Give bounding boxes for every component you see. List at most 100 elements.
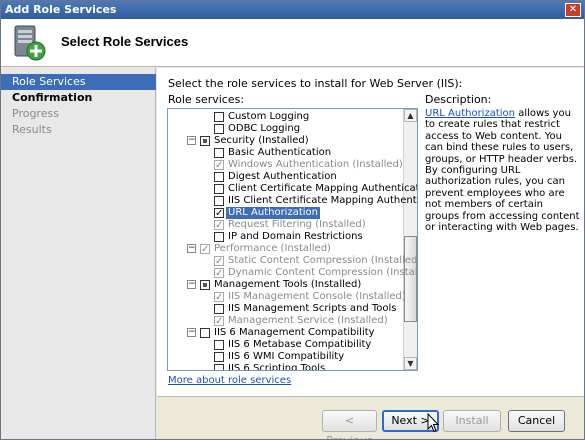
role-service-label: IP and Domain Restrictions	[228, 231, 363, 242]
role-service-label: Performance (Installed)	[214, 243, 331, 254]
tree-row[interactable]: IIS Management Scripts and Tools	[168, 303, 402, 315]
role-service-checkbox[interactable]	[214, 232, 224, 242]
role-service-checkbox[interactable]	[214, 148, 224, 158]
scroll-thumb[interactable]	[404, 236, 417, 322]
tree-row[interactable]: ✓ IIS Management Console (Installed)	[168, 291, 406, 303]
role-service-checkbox[interactable]	[214, 124, 224, 134]
description-link[interactable]: URL Authorization	[425, 108, 515, 119]
role-service-checkbox: ✓	[200, 244, 210, 255]
scroll-down-icon[interactable]: ▼	[404, 357, 417, 370]
tree-row[interactable]: ✓ Management Service (Installed)	[168, 315, 402, 327]
role-service-checkbox[interactable]	[214, 340, 224, 350]
tree-row[interactable]: Basic Authentication	[168, 147, 402, 159]
role-service-checkbox[interactable]	[214, 112, 224, 122]
wizard-footer: < Previous Next > Install Cancel	[157, 396, 584, 439]
role-service-label: IIS 6 Metabase Compatibility	[228, 339, 372, 350]
role-service-label: IIS Management Scripts and Tools	[228, 303, 397, 314]
tree-row[interactable]: IIS Client Certificate Mapping Authentic…	[168, 195, 417, 207]
role-service-checkbox[interactable]	[214, 184, 224, 194]
role-service-checkbox: ✓	[214, 316, 224, 327]
role-service-label: Basic Authentication	[228, 147, 332, 158]
role-service-checkbox: ✓	[214, 256, 224, 267]
role-service-label: Client Certificate Mapping Authenticatio…	[228, 183, 418, 194]
tree-row[interactable]: Digest Authentication	[168, 171, 402, 183]
role-service-checkbox: ✓	[214, 292, 224, 303]
nav-item-results: Results	[12, 123, 52, 136]
tree-row[interactable]: − Security (Installed)	[168, 135, 402, 147]
role-service-checkbox[interactable]	[200, 136, 210, 146]
role-service-checkbox: ✓	[214, 160, 224, 171]
role-service-checkbox: ✓	[214, 268, 224, 279]
role-service-label: Management Service (Installed)	[228, 315, 388, 326]
tree-row[interactable]: − Management Tools (Installed)	[168, 279, 402, 291]
description-text: URL Authorization allows you to create r…	[425, 108, 580, 233]
tree-row[interactable]: − ✓ Performance (Installed)	[168, 243, 402, 255]
instruction-text: Select the role services to install for …	[168, 77, 463, 90]
collapse-icon[interactable]: −	[187, 328, 196, 337]
tree-row[interactable]: IIS 6 Scripting Tools	[168, 363, 402, 371]
role-service-label: Security (Installed)	[214, 135, 309, 146]
tree-row[interactable]: ✓ Dynamic Content Compression (Installed)	[168, 267, 417, 279]
role-service-label: Custom Logging	[228, 111, 310, 122]
role-service-checkbox[interactable]	[214, 196, 224, 206]
more-about-role-services-link[interactable]: More about role services	[168, 375, 291, 386]
role-service-checkbox[interactable]	[200, 280, 210, 290]
services-label: Role services:	[168, 93, 245, 106]
cancel-button[interactable]: Cancel	[508, 410, 565, 432]
role-service-checkbox[interactable]	[200, 328, 210, 338]
tree-row[interactable]: ✓ Windows Authentication (Installed)	[168, 159, 403, 171]
collapse-icon[interactable]: −	[187, 244, 196, 253]
role-service-checkbox[interactable]	[214, 352, 224, 362]
main-content: Select the role services to install for …	[157, 68, 584, 396]
tree-row[interactable]: ✓ Static Content Compression (Installed)	[168, 255, 417, 267]
description-title: Description:	[425, 93, 492, 106]
nav-item-confirmation[interactable]: Confirmation	[1, 90, 156, 106]
nav-item-role-services[interactable]: Role Services	[1, 74, 156, 90]
role-service-label: Management Tools (Installed)	[214, 279, 362, 290]
collapse-icon[interactable]: −	[187, 136, 196, 145]
role-service-label: IIS 6 WMI Compatibility	[228, 351, 345, 362]
close-icon[interactable]: ✕	[565, 3, 581, 17]
role-service-label: Digest Authentication	[228, 171, 337, 182]
role-service-label: ODBC Logging	[228, 123, 301, 134]
tree-row[interactable]: IIS 6 WMI Compatibility	[168, 351, 402, 363]
role-service-label: Dynamic Content Compression (Installed)	[228, 267, 418, 278]
wizard-nav: Role Services Confirmation Progress Resu…	[1, 68, 156, 439]
role-service-checkbox[interactable]: ✓	[214, 208, 224, 219]
collapse-icon[interactable]: −	[187, 280, 196, 289]
tree-row[interactable]: IP and Domain Restrictions	[168, 231, 402, 243]
tree-row[interactable]: − IIS 6 Management Compatibility	[168, 327, 402, 339]
window-title: Add Role Services	[5, 3, 117, 16]
scroll-up-icon[interactable]: ▲	[404, 109, 417, 122]
tree-row[interactable]: IIS 6 Metabase Compatibility	[168, 339, 402, 351]
tree-row[interactable]: ✓ Request Filtering (Installed)	[168, 219, 402, 231]
nav-item-progress: Progress	[12, 107, 59, 120]
role-services-tree[interactable]: ▲ ▼ Custom Logging ODBC Logging − Security …	[167, 108, 418, 371]
add-role-services-window: Add Role Services ✕ Select Role Services…	[0, 0, 585, 440]
page-title: Select Role Services	[61, 34, 189, 49]
previous-button[interactable]: < Previous	[322, 410, 377, 439]
role-service-label: IIS 6 Scripting Tools	[228, 363, 326, 371]
tree-row[interactable]: ✓ URL Authorization	[168, 207, 402, 219]
role-service-checkbox[interactable]	[214, 364, 224, 370]
role-service-label: IIS Management Console (Installed)	[228, 291, 406, 302]
title-bar: Add Role Services ✕	[1, 1, 584, 19]
role-service-label: URL Authorization	[226, 207, 320, 219]
role-service-label: IIS Client Certificate Mapping Authentic…	[228, 195, 417, 206]
mouse-cursor-icon	[427, 413, 439, 433]
role-service-checkbox: ✓	[214, 220, 224, 231]
role-service-label: Request Filtering (Installed)	[228, 219, 366, 230]
role-service-label: Static Content Compression (Installed)	[228, 255, 418, 266]
wizard-header: Select Role Services	[1, 19, 584, 67]
role-service-checkbox[interactable]	[214, 304, 224, 314]
description-body: allows you to create rules that restrict…	[425, 108, 580, 234]
tree-row[interactable]: ODBC Logging	[168, 123, 402, 135]
install-button[interactable]: Install	[443, 410, 501, 432]
role-service-checkbox[interactable]	[214, 172, 224, 182]
tree-row[interactable]: Custom Logging	[168, 111, 402, 123]
role-service-label: IIS 6 Management Compatibility	[214, 327, 375, 338]
server-role-icon	[14, 25, 46, 61]
tree-scrollbar[interactable]: ▲ ▼	[403, 109, 417, 370]
role-service-label: Windows Authentication (Installed)	[228, 159, 403, 170]
tree-row[interactable]: Client Certificate Mapping Authenticatio…	[168, 183, 417, 195]
